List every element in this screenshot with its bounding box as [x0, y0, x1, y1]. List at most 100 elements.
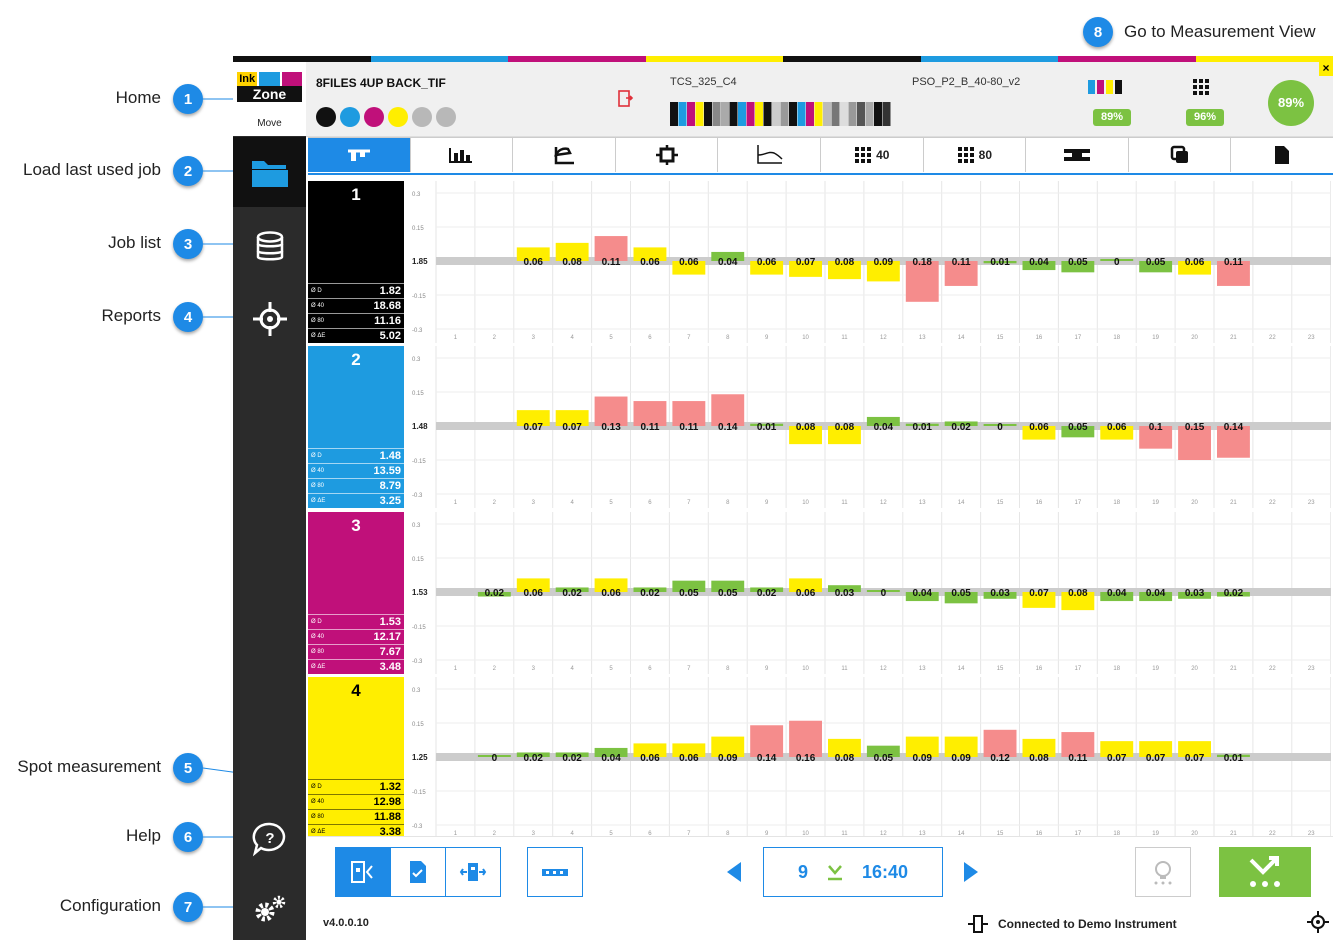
load-last-job-button[interactable]: [233, 137, 306, 207]
y-tick-label: 0.15: [412, 557, 424, 563]
colorbar-button[interactable]: [527, 847, 583, 897]
ink-dot[interactable]: [436, 107, 456, 127]
deviation-value-label: 0.09: [913, 753, 933, 764]
lane-summary-box[interactable]: 1 Ø D 1.82 Ø 40 18.68 Ø 80 11.16 Ø ΔE 5.02: [308, 181, 404, 343]
deviation-value-label: 0.08: [1029, 753, 1049, 764]
lane-stat-value: 13.59: [373, 465, 401, 477]
spot-scan-icon: [351, 861, 373, 883]
view-tabs: 40 80: [308, 137, 1333, 175]
deviation-value-label: 0.04: [1029, 257, 1049, 268]
ink-dot[interactable]: [340, 107, 360, 127]
tab-solids-deviation[interactable]: [308, 137, 411, 172]
zone-label: 16: [1036, 500, 1043, 506]
colorbar-patch: [865, 102, 874, 126]
total-score-circle[interactable]: 89%: [1268, 80, 1314, 126]
check-document-button[interactable]: [390, 847, 446, 897]
lane-stat-row: Ø 80 11.88: [308, 809, 404, 824]
logo-zone-text: Zone: [237, 86, 302, 102]
colorbar-patch: [695, 102, 704, 126]
y-tick-label: 0.15: [412, 226, 424, 232]
balance-icon: [1063, 149, 1090, 161]
lane-3: 3 Ø D 1.53 Ø 40 12.17 Ø 80 7.67 Ø ΔE 3.48 0.3 0.15…: [308, 512, 1333, 674]
version-label: v4.0.0.10: [323, 917, 369, 929]
lane-stat-value: 7.67: [379, 646, 401, 658]
zone-label: 14: [958, 666, 965, 672]
lane-stat-row: Ø ΔE 3.25: [308, 493, 404, 508]
deviation-value-label: 0.11: [602, 257, 621, 268]
scanner-arrows-icon: [459, 863, 487, 881]
zone-label: 11: [841, 666, 848, 672]
inkzone-logo: Ink Zone: [237, 72, 302, 102]
crosshair-icon: [252, 302, 287, 336]
connection-status: Connected to Demo Instrument: [998, 917, 1177, 931]
lane-stat-row: Ø D 1.82: [308, 283, 404, 298]
y-tick-label: 0.3: [412, 357, 421, 363]
instrument-connected-icon: [968, 915, 988, 933]
zone-label: 18: [1113, 500, 1120, 506]
tab-registration[interactable]: [615, 137, 719, 172]
help-button[interactable]: ?: [233, 804, 306, 874]
zone-label: 16: [1036, 666, 1043, 672]
configuration-button[interactable]: [233, 874, 306, 940]
y-tick-label: -0.3: [412, 824, 423, 830]
lane-stat-key: Ø 40: [311, 468, 325, 474]
lane-summary-box[interactable]: 3 Ø D 1.53 Ø 40 12.17 Ø 80 7.67 Ø ΔE 3.48: [308, 512, 404, 674]
tab-overprint[interactable]: [1128, 137, 1232, 172]
ink-dot[interactable]: [388, 107, 408, 127]
zone-label: 21: [1230, 335, 1237, 341]
ink-dot[interactable]: [316, 107, 336, 127]
pdf-export-icon[interactable]: [618, 90, 634, 108]
prev-sheet-arrow[interactable]: [725, 861, 743, 883]
ink-dot[interactable]: [412, 107, 432, 127]
tab-dot-gain-curve[interactable]: [718, 137, 821, 172]
deviation-value-label: 0.06: [1029, 422, 1049, 433]
crosshair-target-icon[interactable]: [1306, 910, 1330, 934]
instrument-button[interactable]: [1135, 847, 1191, 897]
tab-bar-chart[interactable]: [410, 137, 514, 172]
lane-summary-box[interactable]: 2 Ø D 1.48 Ø 40 13.59 Ø 80 8.79 Ø ΔE 3.25: [308, 346, 404, 508]
lane-stat-key: Ø 40: [311, 799, 325, 805]
zone-label: 11: [841, 500, 848, 506]
doc-check-icon: [410, 861, 426, 883]
lane-stat-row: Ø D 1.53: [308, 614, 404, 629]
close-button[interactable]: ×: [1319, 62, 1333, 76]
job-list-button[interactable]: [233, 212, 306, 282]
deviation-value-label: 0.02: [562, 588, 582, 599]
lane-number: 3: [351, 516, 361, 535]
spot-measurement-button[interactable]: [335, 847, 391, 897]
deviation-value-label: 0.08: [1068, 588, 1088, 599]
next-sheet-arrow[interactable]: [962, 861, 980, 883]
tab-document[interactable]: [1231, 137, 1333, 172]
deviation-value-label: 0.04: [1146, 588, 1166, 599]
lane-stat-row: Ø D 1.48: [308, 448, 404, 463]
deviation-value-label: 0.14: [1224, 422, 1244, 433]
deviation-value-label: 0.06: [1107, 422, 1127, 433]
bulb-icon: [1154, 861, 1172, 885]
deviation-value-label: 0.07: [1029, 588, 1049, 599]
scan-bar-button[interactable]: [445, 847, 501, 897]
chevron-down-icon[interactable]: [826, 863, 844, 881]
measurement-view-button[interactable]: [1219, 847, 1311, 897]
tab-tone-80[interactable]: 80: [923, 137, 1027, 172]
ink-dot[interactable]: [364, 107, 384, 127]
deviation-value-label: 0.06: [524, 588, 544, 599]
deviation-value-label: 0.09: [718, 753, 738, 764]
target-density-label: 1.85: [412, 257, 428, 266]
tab-balance[interactable]: [1026, 137, 1129, 172]
zone-label: 23: [1308, 500, 1315, 506]
colorbar-name: TCS_325_C4: [670, 76, 737, 88]
reports-button[interactable]: [233, 284, 306, 354]
tab-tone-40[interactable]: 40: [820, 137, 924, 172]
zone-label: 14: [958, 335, 965, 341]
zone-label: 22: [1269, 335, 1276, 341]
deviation-value-label: 0.13: [601, 422, 621, 433]
home-button[interactable]: Ink Zone Move: [233, 62, 306, 136]
zone-label: 19: [1152, 666, 1159, 672]
lane-stat-value: 8.79: [379, 480, 401, 492]
zone-label: 8: [726, 666, 730, 672]
tab-angle[interactable]: [513, 137, 616, 172]
deviation-value-label: 0.07: [1107, 753, 1127, 764]
deviation-value-label: 0.02: [757, 588, 777, 599]
logo-ink-text: Ink: [237, 72, 258, 86]
lane-summary-box[interactable]: 4Ø D 1.32 Ø 40 12.98 Ø 80 11.88 Ø ΔE 3.38: [308, 677, 404, 839]
